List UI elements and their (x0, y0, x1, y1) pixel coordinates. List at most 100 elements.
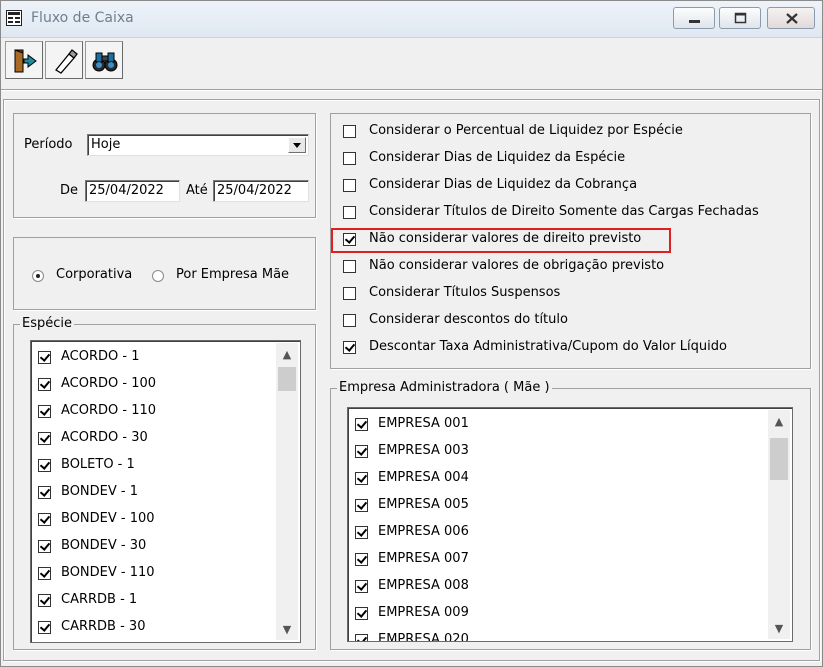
item-label: EMPRESA 020 (378, 632, 469, 642)
toolbar-separator (1, 89, 822, 91)
empresa-scrollbar[interactable]: ▲ ▼ (768, 410, 790, 639)
item-checkbox[interactable] (38, 351, 51, 364)
item-checkbox[interactable] (38, 513, 51, 526)
list-item[interactable]: ACORDO - 30 (31, 425, 274, 452)
item-checkbox[interactable] (38, 486, 51, 499)
item-checkbox[interactable] (38, 378, 51, 391)
item-checkbox[interactable] (38, 432, 51, 445)
scroll-up-icon[interactable]: ▲ (276, 345, 298, 365)
item-checkbox[interactable] (355, 418, 368, 431)
item-checkbox[interactable] (38, 567, 51, 580)
option-label[interactable]: Considerar Dias de Liquidez da Cobrança (369, 177, 637, 192)
chevron-down-icon[interactable] (288, 137, 306, 153)
option-checkbox[interactable] (343, 206, 356, 219)
exit-button[interactable] (5, 41, 43, 79)
list-item[interactable]: BONDEV - 30 (31, 533, 274, 560)
especie-scrollbar[interactable]: ▲ ▼ (276, 343, 298, 640)
list-item[interactable]: BONDEV - 110 (31, 560, 274, 587)
item-checkbox[interactable] (355, 499, 368, 512)
list-item[interactable]: EMPRESA 020 (348, 627, 766, 642)
scope-group: Corporativa Por Empresa Mãe (13, 237, 316, 310)
item-checkbox[interactable] (38, 459, 51, 472)
list-item[interactable]: BONDEV - 1 (31, 479, 274, 506)
list-item[interactable]: ACORDO - 110 (31, 398, 274, 425)
title-bar[interactable]: Fluxo de Caixa (1, 1, 822, 38)
periodo-value: Hoje (91, 137, 121, 152)
option-checkbox[interactable] (343, 314, 356, 327)
minimize-icon (689, 20, 700, 23)
scroll-thumb[interactable] (770, 438, 788, 480)
list-item[interactable]: EMPRESA 009 (348, 600, 766, 627)
item-checkbox[interactable] (38, 540, 51, 553)
clear-button[interactable] (45, 41, 83, 79)
maximize-button[interactable] (719, 7, 761, 29)
list-item[interactable]: EMPRESA 007 (348, 546, 766, 573)
ate-date-field[interactable]: 25/04/2022 (213, 180, 309, 202)
scroll-thumb[interactable] (278, 367, 296, 391)
item-label: BONDEV - 30 (61, 538, 147, 553)
scroll-down-icon[interactable]: ▼ (768, 619, 790, 639)
de-date-field[interactable]: 25/04/2022 (85, 180, 180, 202)
exit-icon (14, 49, 37, 73)
minimize-button[interactable] (673, 7, 715, 29)
option-label[interactable]: Considerar o Percentual de Liquidez por … (369, 123, 683, 138)
option-checkbox[interactable] (343, 287, 356, 300)
item-checkbox[interactable] (355, 472, 368, 485)
item-checkbox[interactable] (355, 580, 368, 593)
scroll-up-icon[interactable]: ▲ (768, 412, 790, 432)
item-checkbox[interactable] (38, 621, 51, 634)
item-label: EMPRESA 004 (378, 470, 469, 485)
list-item[interactable]: CARRDB - 1 (31, 587, 274, 614)
binoculars-icon (92, 52, 118, 72)
item-checkbox[interactable] (355, 445, 368, 458)
item-checkbox[interactable] (38, 405, 51, 418)
item-label: ACORDO - 1 (61, 349, 140, 364)
corporativa-label[interactable]: Corporativa (56, 267, 132, 282)
item-label: CARRDB - 30 (61, 619, 146, 634)
item-label: EMPRESA 008 (378, 578, 469, 593)
item-checkbox[interactable] (355, 634, 368, 641)
option-checkbox[interactable] (343, 341, 356, 354)
scroll-down-icon[interactable]: ▼ (276, 620, 298, 640)
item-label: BONDEV - 100 (61, 511, 155, 526)
close-button[interactable] (767, 7, 815, 29)
option-checkbox[interactable] (343, 260, 356, 273)
list-item[interactable]: BONDEV - 100 (31, 506, 274, 533)
option-label[interactable]: Considerar Títulos de Direito Somente da… (369, 204, 759, 219)
search-button[interactable] (85, 41, 123, 79)
empresa-group: Empresa Administradora ( Mãe ) EMPRESA 0… (330, 380, 811, 650)
list-item[interactable]: EMPRESA 006 (348, 519, 766, 546)
list-item[interactable]: EMPRESA 004 (348, 465, 766, 492)
option-label[interactable]: Considerar Dias de Liquidez da Espécie (369, 150, 625, 165)
list-item[interactable]: EMPRESA 005 (348, 492, 766, 519)
list-item[interactable]: EMPRESA 001 (348, 411, 766, 438)
option-label[interactable]: Considerar descontos do título (369, 312, 568, 327)
por-empresa-mae-radio[interactable] (152, 270, 164, 282)
periodo-label: Período (24, 137, 73, 152)
item-checkbox[interactable] (355, 607, 368, 620)
list-item[interactable]: ACORDO - 1 (31, 344, 274, 371)
corporativa-radio[interactable] (32, 270, 44, 282)
option-label[interactable]: Não considerar valores de obrigação prev… (369, 258, 664, 273)
toolbar (1, 38, 822, 88)
list-item[interactable]: EMPRESA 003 (348, 438, 766, 465)
option-label[interactable]: Considerar Títulos Suspensos (369, 285, 560, 300)
item-checkbox[interactable] (355, 526, 368, 539)
list-item[interactable]: ACORDO - 100 (31, 371, 274, 398)
list-item[interactable]: CARRDB - 30 (31, 614, 274, 641)
item-checkbox[interactable] (38, 594, 51, 607)
option-checkbox[interactable] (343, 152, 356, 165)
especie-group: Espécie CARRDB - 30 CARRDB - 1 BONDEV - 11… (13, 316, 316, 650)
item-label: ACORDO - 100 (61, 376, 157, 391)
item-label: EMPRESA 009 (378, 605, 469, 620)
especie-listbox[interactable]: CARRDB - 30 CARRDB - 1 BONDEV - 110 BONDEV … (30, 340, 301, 643)
option-checkbox[interactable] (343, 125, 356, 138)
item-checkbox[interactable] (355, 553, 368, 566)
periodo-dropdown[interactable]: Hoje (87, 134, 309, 156)
option-label[interactable]: Descontar Taxa Administrativa/Cupom do V… (369, 339, 727, 354)
option-checkbox[interactable] (343, 179, 356, 192)
por-empresa-mae-label[interactable]: Por Empresa Mãe (176, 267, 289, 282)
empresa-listbox[interactable]: EMPRESA 020 EMPRESA 009 EMPRESA 008 EMPRESA… (347, 407, 793, 642)
list-item[interactable]: EMPRESA 008 (348, 573, 766, 600)
list-item[interactable]: BOLETO - 1 (31, 452, 274, 479)
